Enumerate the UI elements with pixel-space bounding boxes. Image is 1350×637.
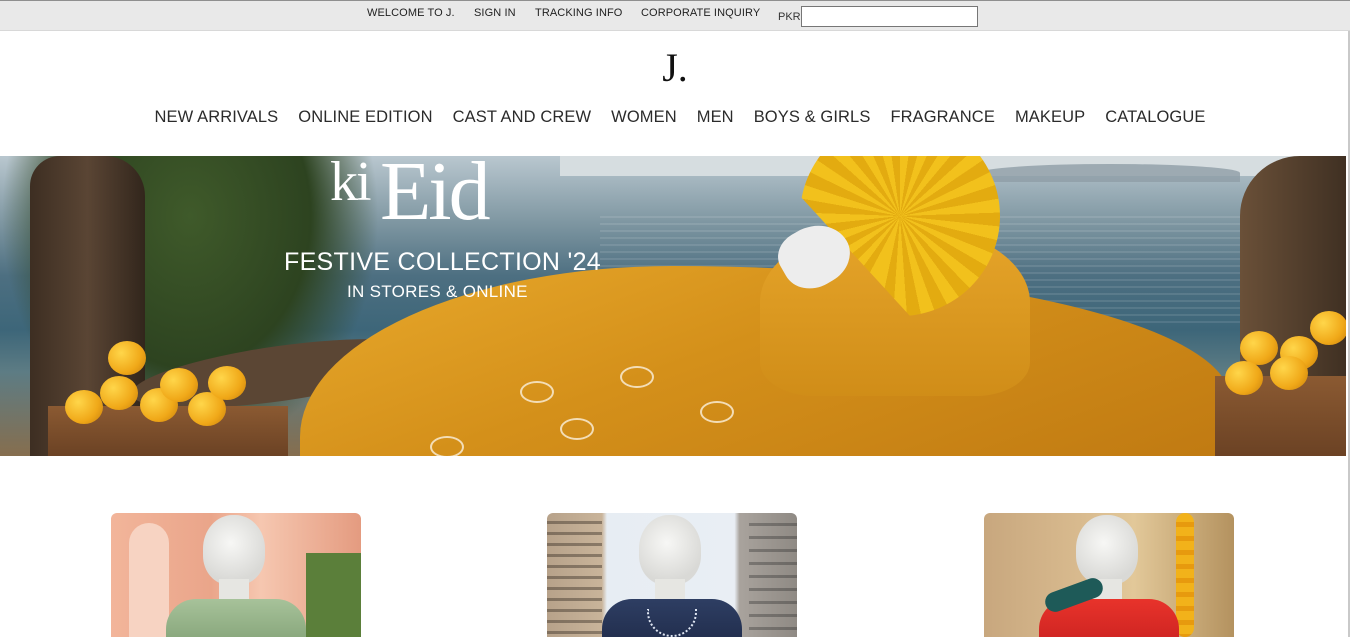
mannequin-head <box>639 515 701 585</box>
hero-lemon <box>208 366 246 400</box>
brand-logo[interactable]: J. <box>661 48 689 90</box>
nav-item-cast-and-crew[interactable]: CAST AND CREW <box>453 108 592 132</box>
nav-item-makeup[interactable]: MAKEUP <box>1015 108 1085 132</box>
product-card[interactable] <box>984 513 1234 637</box>
hero-embroidery-motif <box>430 436 464 456</box>
hero-subline: IN STORES & ONLINE <box>347 282 528 301</box>
product-image-garden <box>306 553 361 637</box>
hero-title-ki: ki <box>330 156 372 213</box>
hero-lemon <box>100 376 138 410</box>
top-utility-bar: WELCOME TO J. SIGN IN TRACKING INFO CORP… <box>0 0 1350 31</box>
sign-in-link[interactable]: SIGN IN <box>474 7 516 19</box>
corporate-inquiry-link[interactable]: CORPORATE INQUIRY <box>641 7 760 19</box>
product-image-arch <box>129 523 169 637</box>
product-card[interactable] <box>111 513 361 637</box>
hero-lemon <box>1225 361 1263 395</box>
hero-lemon <box>1310 311 1346 345</box>
product-card[interactable] <box>547 513 797 637</box>
product-image-marigolds <box>1176 513 1194 637</box>
hero-embroidery-motif <box>620 366 654 388</box>
currency-selector[interactable] <box>801 6 978 27</box>
nav-item-boys-girls[interactable]: BOYS & GIRLS <box>754 108 871 132</box>
hero-island <box>980 164 1240 182</box>
hero-embroidery-motif <box>560 418 594 440</box>
hero-lemon <box>1270 356 1308 390</box>
hero-headline: FESTIVE COLLECTION '24 <box>284 248 602 276</box>
nav-item-women[interactable]: WOMEN <box>611 108 677 132</box>
nav-item-catalogue[interactable]: CATALOGUE <box>1105 108 1205 132</box>
hero-lemon <box>108 341 146 375</box>
main-navigation: NEW ARRIVALS ONLINE EDITION CAST AND CRE… <box>0 108 1350 132</box>
welcome-text: WELCOME TO J. <box>367 7 455 19</box>
nav-item-new-arrivals[interactable]: NEW ARRIVALS <box>155 108 279 132</box>
mannequin-head <box>1076 515 1138 585</box>
nav-item-men[interactable]: MEN <box>697 108 734 132</box>
nav-item-online-edition[interactable]: ONLINE EDITION <box>298 108 432 132</box>
nav-item-fragrance[interactable]: FRAGRANCE <box>890 108 995 132</box>
hero-title-eid: Eid <box>380 156 491 238</box>
product-image-building <box>749 513 797 637</box>
product-image-building <box>547 513 602 637</box>
hero-embroidery-motif <box>520 381 554 403</box>
currency-label: PKR <box>778 11 801 23</box>
mannequin-head <box>203 515 265 585</box>
hero-lemon <box>65 390 103 424</box>
tracking-info-link[interactable]: TRACKING INFO <box>535 7 622 19</box>
hero-embroidery-motif <box>700 401 734 423</box>
hero-lemon <box>1240 331 1278 365</box>
product-garment <box>166 599 306 637</box>
hero-banner[interactable]: ki Eid FESTIVE COLLECTION '24 IN STORES … <box>0 156 1346 456</box>
